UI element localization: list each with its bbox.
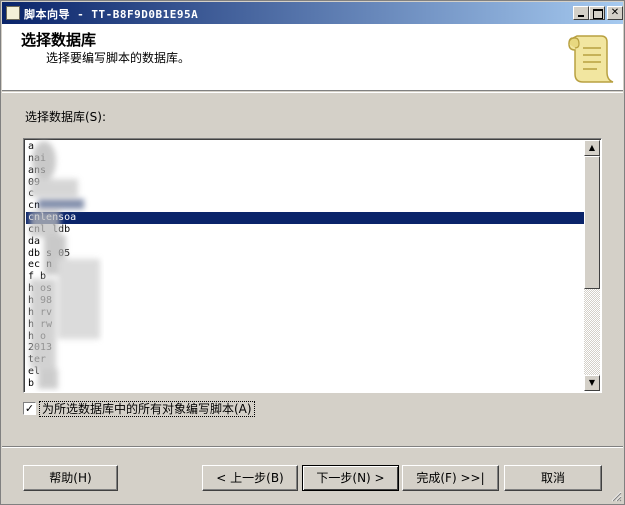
database-list[interactable]: a nai ans 09 c cn cnlensoa cnl ldb da db s 05 e… [26,141,584,390]
minimize-button[interactable] [573,6,589,20]
database-list-item[interactable]: ter [26,354,584,366]
database-list-item[interactable]: b [26,378,584,390]
database-list-item[interactable]: ec n [26,259,584,271]
database-list-item[interactable]: cnl ldb [26,224,584,236]
database-list-item[interactable]: a [26,141,584,153]
script-all-objects-checkbox[interactable]: ✓ [23,402,36,415]
help-button[interactable]: 帮助(H) [23,465,118,491]
resize-grip-icon[interactable] [610,490,622,502]
database-list-item[interactable]: da [26,236,584,248]
scroll-up-arrow-icon[interactable]: ▲ [584,140,600,156]
database-list-item[interactable]: cn [26,200,584,212]
back-button[interactable]: < 上一步(B) [202,465,298,491]
database-listbox[interactable]: a nai ans 09 c cn cnlensoa cnl ldb da db s 05 e… [23,138,602,393]
app-icon [6,6,20,20]
page-title: 选择数据库 [21,31,97,49]
scroll-thumb[interactable] [584,156,600,289]
database-list-item[interactable]: h rv [26,307,584,319]
database-list-item[interactable]: el [26,366,584,378]
database-list-item[interactable]: h rw [26,319,584,331]
maximize-button[interactable] [589,6,605,20]
close-button[interactable]: ✕ [607,6,623,20]
scroll-icon [568,35,614,83]
vertical-scrollbar[interactable]: ▲ ▼ [584,140,600,391]
footer-divider [2,446,623,448]
header-divider [2,92,623,93]
database-list-item[interactable]: 09 [26,177,584,189]
title-bar[interactable]: 脚本向导 - TT-B8F9D0B1E95A ✕ [2,2,623,24]
scroll-down-arrow-icon[interactable]: ▼ [584,375,600,391]
database-list-item[interactable]: db s 05 [26,248,584,260]
database-list-item[interactable]: h 98 [26,295,584,307]
database-list-item[interactable]: nai [26,153,584,165]
database-list-item[interactable]: c [26,188,584,200]
page-subtitle: 选择要编写脚本的数据库。 [46,51,191,65]
database-list-item[interactable]: h o [26,331,584,343]
wizard-header: 选择数据库 选择要编写脚本的数据库。 [2,24,623,91]
database-list-item[interactable]: h os [26,283,584,295]
database-list-label: 选择数据库(S): [25,110,107,124]
database-list-item[interactable]: 2013 [26,342,584,354]
database-list-item[interactable]: cnlensoa [26,212,584,224]
next-button[interactable]: 下一步(N) > [302,465,399,491]
database-list-item[interactable]: f b [26,271,584,283]
database-list-item[interactable]: ans [26,165,584,177]
script-all-objects-label[interactable]: 为所选数据库中的所有对象编写脚本(A) [39,401,255,417]
script-wizard-window: 脚本向导 - TT-B8F9D0B1E95A ✕ 选择数据库 选择要编写脚本的数… [0,0,625,505]
finish-button[interactable]: 完成(F) >>| [402,465,499,491]
cancel-button[interactable]: 取消 [504,465,602,491]
window-title: 脚本向导 - TT-B8F9D0B1E95A [24,8,199,21]
